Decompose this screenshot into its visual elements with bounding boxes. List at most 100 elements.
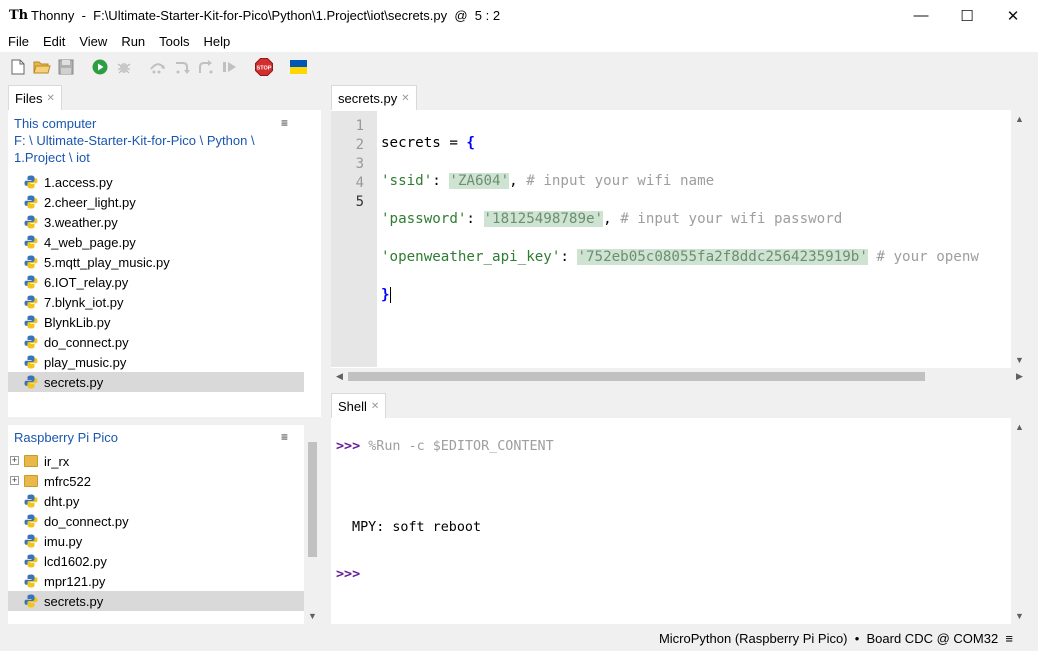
- maximize-button[interactable]: ☐: [944, 0, 990, 31]
- window-title: Thonny - F:\Ultimate-Starter-Kit-for-Pic…: [31, 8, 501, 23]
- interpreter-status[interactable]: MicroPython (Raspberry Pi Pico) • Board …: [659, 631, 1013, 646]
- code-string: 'ssid': [381, 173, 433, 189]
- device-file-row[interactable]: mpr121.py: [8, 571, 304, 591]
- local-file-row[interactable]: BlynkLib.py: [8, 312, 304, 332]
- tab-files-close-icon[interactable]: ✕: [46, 93, 54, 104]
- editor-scroll-down-icon[interactable]: ▼: [1011, 351, 1028, 368]
- python-file-icon: [24, 335, 38, 349]
- stop-label: STOP: [257, 66, 272, 72]
- device-scroll-thumb[interactable]: [308, 442, 317, 557]
- device-folder-row[interactable]: + ir_rx: [8, 451, 304, 471]
- editor-hscroll-thumb[interactable]: [348, 372, 925, 381]
- local-path-line2[interactable]: 1.Project \ iot: [14, 149, 296, 166]
- editor-scroll-up-icon[interactable]: ▲: [1011, 110, 1028, 127]
- shell-tab-close-icon[interactable]: ✕: [371, 401, 379, 412]
- menu-view[interactable]: View: [72, 32, 114, 51]
- python-file-icon: [24, 355, 38, 369]
- step-out-icon[interactable]: [197, 58, 215, 76]
- file-name: 5.mqtt_play_music.py: [44, 254, 170, 270]
- save-icon[interactable]: [57, 58, 75, 76]
- shell-prompt: >>>: [336, 567, 361, 582]
- local-file-row[interactable]: play_music.py: [8, 352, 304, 372]
- step-over-icon[interactable]: [149, 58, 167, 76]
- local-file-row[interactable]: do_connect.py: [8, 332, 304, 352]
- python-file-icon: [24, 375, 38, 389]
- device-file-row[interactable]: secrets.py: [8, 591, 304, 611]
- editor-tabstrip: secrets.py ✕: [331, 85, 1028, 110]
- device-file-row[interactable]: dht.py: [8, 491, 304, 511]
- editor-scroll-left-icon[interactable]: ◀: [331, 368, 348, 385]
- file-name: 1.access.py: [44, 174, 113, 190]
- open-file-icon[interactable]: [33, 58, 51, 76]
- local-files-menu-icon[interactable]: ≡: [281, 115, 288, 132]
- tab-secrets-py[interactable]: secrets.py ✕: [331, 85, 417, 110]
- device-folder-row[interactable]: + mfrc522: [8, 471, 304, 491]
- shell-line-output: MPY: soft reboot: [344, 520, 482, 535]
- device-files-menu-icon[interactable]: ≡: [281, 429, 288, 446]
- local-file-list: 1.access.py 2.cheer_light.py 3.weather.py 4…: [8, 172, 304, 392]
- code-token: :: [466, 211, 484, 227]
- menu-run[interactable]: Run: [114, 32, 152, 51]
- shell-tab-label: Shell: [338, 398, 367, 414]
- minimize-button[interactable]: —: [898, 0, 944, 31]
- device-file-row[interactable]: imu.py: [8, 531, 304, 551]
- local-file-row[interactable]: 3.weather.py: [8, 212, 304, 232]
- menu-tools[interactable]: Tools: [152, 32, 196, 51]
- folder-name: mfrc522: [44, 473, 91, 489]
- close-window-button[interactable]: ✕: [990, 0, 1036, 31]
- local-files-scrollbar[interactable]: [304, 110, 321, 417]
- run-icon[interactable]: [91, 58, 109, 76]
- resume-icon[interactable]: [221, 58, 239, 76]
- file-name: secrets.py: [44, 374, 104, 390]
- menu-edit[interactable]: Edit: [36, 32, 72, 51]
- new-file-icon[interactable]: [9, 58, 27, 76]
- device-scroll-down-icon[interactable]: ▼: [304, 607, 321, 624]
- editor-vscrollbar[interactable]: ▲ ▼: [1011, 110, 1028, 368]
- local-file-row[interactable]: 2.cheer_light.py: [8, 192, 304, 212]
- ukraine-flag-icon[interactable]: [289, 58, 307, 76]
- editor-tab-close-icon[interactable]: ✕: [401, 93, 409, 104]
- file-name: mpr121.py: [44, 573, 106, 589]
- expand-icon[interactable]: +: [10, 476, 19, 485]
- debug-icon[interactable]: [115, 58, 133, 76]
- shell-scroll-down-icon[interactable]: ▼: [1011, 607, 1028, 624]
- device-file-row[interactable]: lcd1602.py: [8, 551, 304, 571]
- local-file-row[interactable]: secrets.py: [8, 372, 304, 392]
- menu-file[interactable]: File: [0, 32, 36, 51]
- step-into-icon[interactable]: [173, 58, 191, 76]
- local-files-header: This computer F: \ Ultimate-Starter-Kit-…: [14, 115, 296, 166]
- stop-icon[interactable]: STOP: [255, 58, 273, 76]
- device-file-row[interactable]: do_connect.py: [8, 511, 304, 531]
- status-bar: MicroPython (Raspberry Pi Pico) • Board …: [0, 627, 1038, 651]
- shell-vscrollbar[interactable]: ▲ ▼: [1011, 418, 1028, 624]
- device-files-scrollbar[interactable]: ▼: [304, 425, 321, 624]
- menu-help[interactable]: Help: [197, 32, 238, 51]
- local-file-row[interactable]: 1.access.py: [8, 172, 304, 192]
- tab-files[interactable]: Files ✕: [8, 85, 62, 110]
- shell-command: %Run -c $EDITOR_CONTENT: [360, 439, 554, 454]
- editor-scroll-right-icon[interactable]: ▶: [1011, 368, 1028, 385]
- shell-scroll-up-icon[interactable]: ▲: [1011, 418, 1028, 435]
- file-name: BlynkLib.py: [44, 314, 111, 330]
- file-name: imu.py: [44, 533, 83, 549]
- local-path-line1[interactable]: F: \ Ultimate-Starter-Kit-for-Pico \ Pyt…: [14, 132, 296, 149]
- close-icon: ✕: [1006, 7, 1020, 25]
- device-label[interactable]: Raspberry Pi Pico: [14, 429, 296, 446]
- redacted-ssid: 'ZA604': [449, 173, 510, 189]
- code-text[interactable]: secrets = { 'ssid': 'ZA604', # input you…: [381, 115, 1009, 367]
- title-bar[interactable]: Th Thonny - F:\Ultimate-Starter-Kit-for-…: [0, 0, 1038, 31]
- code-comment: # your openw: [867, 249, 979, 265]
- python-file-icon: [24, 215, 38, 229]
- tab-shell[interactable]: Shell ✕: [331, 393, 387, 418]
- shell-output[interactable]: >>> %Run -c $EDITOR_CONTENT MPY: soft re…: [331, 418, 1014, 624]
- local-computer-label[interactable]: This computer: [14, 115, 296, 132]
- code-line-5: }: [381, 286, 1009, 305]
- editor-hscrollbar[interactable]: ◀ ▶: [331, 368, 1028, 385]
- local-file-row[interactable]: 4_web_page.py: [8, 232, 304, 252]
- local-file-row[interactable]: 5.mqtt_play_music.py: [8, 252, 304, 272]
- expand-icon[interactable]: +: [10, 456, 19, 465]
- local-file-row[interactable]: 6.IOT_relay.py: [8, 272, 304, 292]
- file-name: 7.blynk_iot.py: [44, 294, 124, 310]
- local-file-row[interactable]: 7.blynk_iot.py: [8, 292, 304, 312]
- file-name: dht.py: [44, 493, 80, 509]
